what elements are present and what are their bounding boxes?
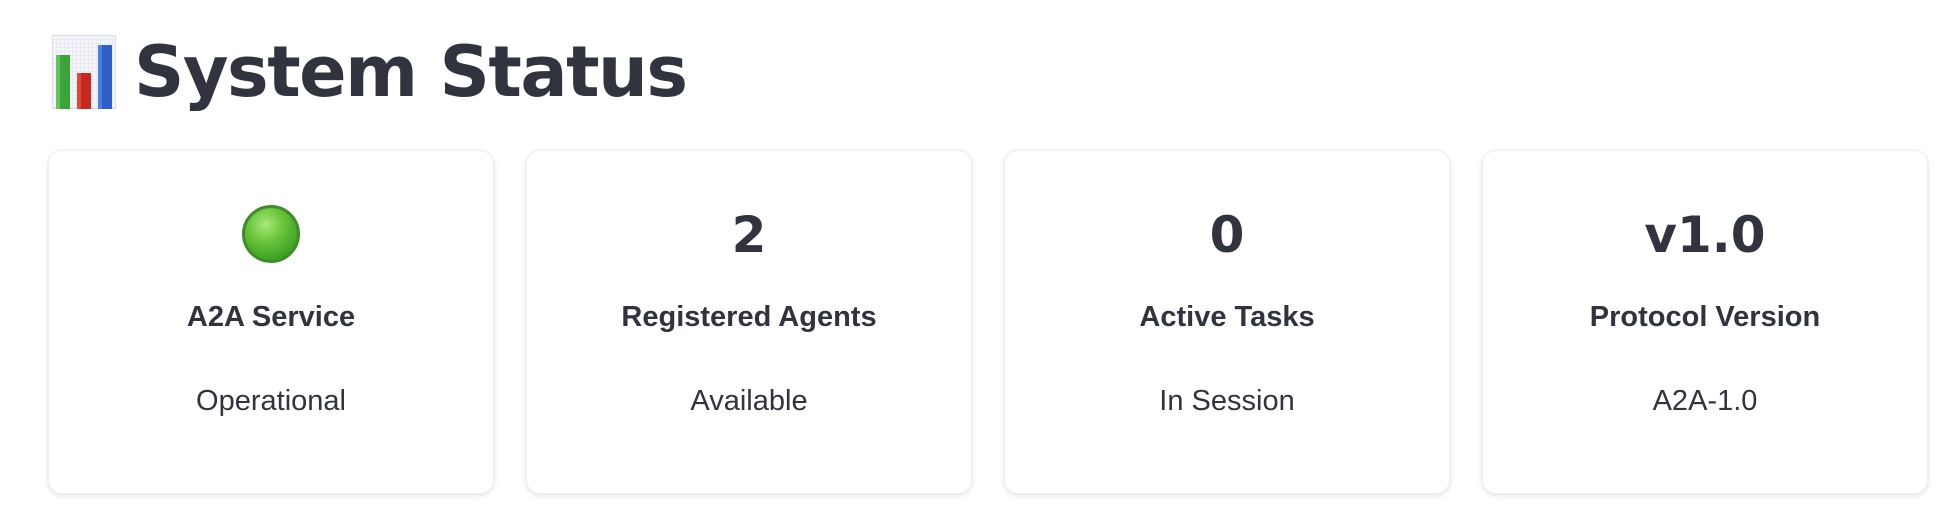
status-cards: A2A Service Operational 2 Registered Age… bbox=[48, 150, 1928, 494]
metric-value: v1.0 bbox=[1644, 206, 1766, 264]
metric-subtext: Operational bbox=[196, 385, 346, 417]
green-circle-icon bbox=[242, 205, 300, 263]
metric-label: A2A Service bbox=[186, 301, 356, 333]
metric-value: 0 bbox=[1209, 206, 1245, 264]
system-status-page: System Status A2A Service Operational 2 … bbox=[0, 0, 1956, 528]
metric-subtext: A2A-1.0 bbox=[1652, 385, 1758, 417]
metric-label: Protocol Version bbox=[1589, 301, 1821, 333]
metric-subtext: Available bbox=[690, 385, 808, 417]
metric-label: Active Tasks bbox=[1139, 301, 1315, 333]
metric-value: 2 bbox=[731, 206, 767, 264]
protocol-version-card: v1.0 Protocol Version A2A-1.0 bbox=[1482, 150, 1928, 494]
active-tasks-card: 0 Active Tasks In Session bbox=[1004, 150, 1450, 494]
a2a-service-card: A2A Service Operational bbox=[48, 150, 494, 494]
metric-label: Registered Agents bbox=[621, 301, 877, 333]
bar-chart-icon bbox=[52, 35, 116, 109]
registered-agents-card: 2 Registered Agents Available bbox=[526, 150, 972, 494]
page-header: System Status bbox=[52, 31, 688, 113]
page-title: System Status bbox=[134, 31, 688, 113]
metric-subtext: In Session bbox=[1159, 385, 1295, 417]
